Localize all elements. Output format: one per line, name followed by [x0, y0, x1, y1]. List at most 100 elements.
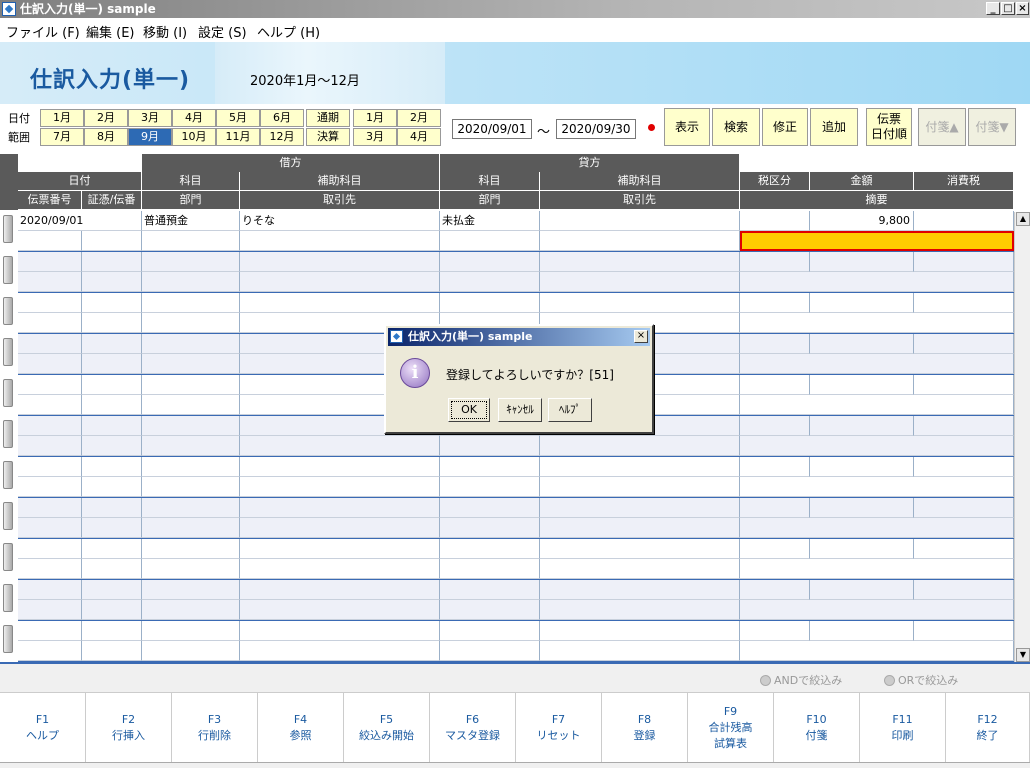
grid-scrollbar[interactable]: ▲ ▼ — [1014, 212, 1030, 662]
grid-cell[interactable] — [740, 436, 1014, 456]
grid-cell[interactable] — [914, 580, 1014, 600]
month-button[interactable]: 11月 — [216, 128, 260, 146]
grid-cell[interactable] — [810, 457, 914, 477]
extra-month-2[interactable]: 2月 — [397, 109, 441, 127]
grid-cell[interactable] — [142, 518, 240, 538]
grid-cell[interactable] — [18, 334, 82, 354]
menu-move[interactable]: 移動 (I) — [143, 22, 187, 41]
grid-cell[interactable] — [440, 231, 540, 251]
grid-cell[interactable] — [18, 313, 82, 333]
tag-next-button[interactable]: 付箋▼ — [968, 108, 1016, 146]
grid-cell[interactable] — [540, 498, 740, 518]
extra-month-1[interactable]: 1月 — [353, 109, 397, 127]
grid-cell[interactable] — [914, 416, 1014, 436]
fkey-f1[interactable]: F1 ヘルプ — [0, 693, 86, 763]
grid-cell[interactable] — [142, 375, 240, 395]
fkey-f10[interactable]: F10 付箋 — [774, 693, 860, 763]
grid-cell[interactable] — [18, 354, 82, 374]
grid-cell[interactable] — [240, 252, 440, 272]
grid-cell[interactable] — [240, 621, 440, 641]
grid-cell[interactable] — [142, 252, 240, 272]
grid-cell[interactable] — [740, 600, 1014, 620]
grid-cell[interactable] — [18, 580, 82, 600]
month-button[interactable]: 2月 — [84, 109, 128, 127]
grid-cell[interactable] — [142, 395, 240, 415]
grid-cell[interactable] — [240, 272, 440, 292]
sort-by-date-button[interactable]: 伝票 日付順 — [866, 108, 912, 146]
grid-cell[interactable] — [18, 436, 82, 456]
grid-cell[interactable] — [82, 313, 142, 333]
minimize-button[interactable]: _ — [986, 2, 1000, 15]
grid-cell[interactable] — [740, 395, 1014, 415]
grid-cell[interactable] — [18, 600, 82, 620]
grid-cell[interactable] — [740, 559, 1014, 579]
grid-cell[interactable] — [540, 621, 740, 641]
period-full-year-button[interactable]: 通期 — [306, 109, 350, 127]
grid-cell[interactable] — [142, 498, 240, 518]
show-button[interactable]: 表示 — [664, 108, 710, 146]
month-button[interactable]: 8月 — [84, 128, 128, 146]
grid-cell[interactable] — [82, 539, 142, 559]
grid-cell[interactable] — [18, 498, 82, 518]
grid-cell[interactable] — [540, 211, 740, 231]
grid-cell[interactable] — [740, 416, 810, 436]
row-handle[interactable] — [0, 457, 18, 498]
grid-cell[interactable] — [142, 354, 240, 374]
grid-cell[interactable] — [540, 436, 740, 456]
grid-cell[interactable]: 普通預金 — [142, 211, 240, 231]
grid-cell[interactable] — [18, 477, 82, 497]
grid-cell[interactable]: りそな — [240, 211, 440, 231]
tag-prev-button[interactable]: 付箋▲ — [918, 108, 966, 146]
help-button[interactable]: ﾍﾙﾌﾟ — [548, 398, 592, 422]
row-handle[interactable] — [0, 375, 18, 416]
grid-cell[interactable] — [240, 293, 440, 313]
grid-cell[interactable] — [18, 231, 82, 251]
month-button[interactable]: 1月 — [40, 109, 84, 127]
row-handle[interactable] — [0, 334, 18, 375]
month-button[interactable]: 7月 — [40, 128, 84, 146]
menu-settings[interactable]: 設定 (S) — [198, 22, 247, 41]
grid-cell[interactable] — [142, 477, 240, 497]
date-from-field[interactable]: 2020/09/01 — [452, 119, 532, 139]
grid-cell[interactable] — [82, 334, 142, 354]
grid-cell[interactable] — [82, 375, 142, 395]
grid-cell[interactable] — [914, 334, 1014, 354]
extra-month-4[interactable]: 4月 — [397, 128, 441, 146]
grid-cell[interactable] — [82, 395, 142, 415]
grid-cell[interactable] — [740, 272, 1014, 292]
grid-cell[interactable] — [740, 334, 810, 354]
grid-cell[interactable] — [18, 457, 82, 477]
grid-cell[interactable] — [540, 272, 740, 292]
scroll-up-icon[interactable]: ▲ — [1016, 212, 1030, 226]
period-closing-button[interactable]: 決算 — [306, 128, 350, 146]
grid-cell[interactable] — [540, 518, 740, 538]
grid-cell[interactable] — [914, 252, 1014, 272]
grid-cell[interactable] — [142, 457, 240, 477]
grid-cell[interactable] — [18, 395, 82, 415]
grid-cell[interactable] — [82, 621, 142, 641]
grid-cell[interactable] — [914, 621, 1014, 641]
menu-help[interactable]: ヘルプ (H) — [257, 22, 320, 41]
grid-cell[interactable] — [440, 498, 540, 518]
grid-cell[interactable] — [18, 539, 82, 559]
fkey-f2[interactable]: F2 行挿入 — [86, 693, 172, 763]
grid-cell[interactable] — [540, 600, 740, 620]
menu-edit[interactable]: 編集 (E) — [86, 22, 135, 41]
grid-cell[interactable] — [82, 293, 142, 313]
grid-cell[interactable] — [810, 293, 914, 313]
grid-cell[interactable] — [440, 600, 540, 620]
grid-cell[interactable] — [240, 559, 440, 579]
grid-cell[interactable] — [18, 621, 82, 641]
add-button[interactable]: 追加 — [810, 108, 858, 146]
extra-month-3[interactable]: 3月 — [353, 128, 397, 146]
grid-cell[interactable] — [240, 539, 440, 559]
menu-file[interactable]: ファイル (F) — [6, 22, 80, 41]
month-button[interactable]: 5月 — [216, 109, 260, 127]
grid-cell[interactable] — [914, 375, 1014, 395]
fkey-f6[interactable]: F6 マスタ登録 — [430, 693, 516, 763]
fkey-f9[interactable]: F9 合計残高 試算表 — [688, 693, 774, 763]
grid-cell[interactable] — [18, 252, 82, 272]
ok-button[interactable]: OK — [448, 398, 490, 422]
grid-cell[interactable] — [82, 518, 142, 538]
grid-cell[interactable] — [82, 252, 142, 272]
